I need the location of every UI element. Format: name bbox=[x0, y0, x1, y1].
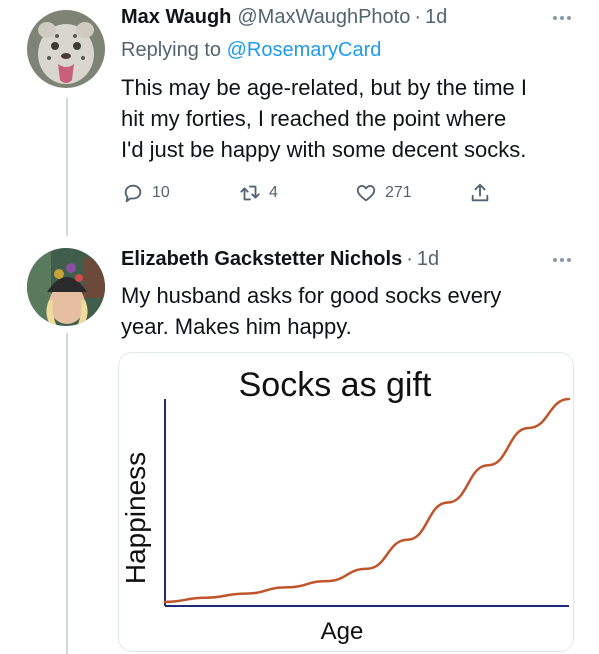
tweet-text-line: hit my forties, I reached the point wher… bbox=[121, 106, 507, 131]
tweet-text: My husband asks for good socks every yea… bbox=[121, 280, 501, 342]
y-axis-label: Happiness bbox=[120, 452, 151, 584]
reply-button[interactable]: 10 bbox=[122, 182, 170, 204]
chart: Socks as gift Happiness Age bbox=[120, 366, 571, 645]
separator-dot: · bbox=[414, 6, 422, 28]
display-name[interactable]: Elizabeth Gackstetter Nichols bbox=[121, 248, 402, 271]
share-button[interactable] bbox=[469, 182, 491, 204]
retweet-count: 4 bbox=[269, 184, 278, 201]
display-name[interactable]: Max Waugh bbox=[121, 6, 231, 29]
retweet-icon bbox=[240, 185, 260, 201]
reply-count: 10 bbox=[152, 184, 170, 201]
thread-line bbox=[66, 98, 68, 236]
chart-title: Socks as gift bbox=[239, 366, 432, 404]
user-handle[interactable]: @MaxWaughPhoto bbox=[237, 6, 410, 29]
like-count: 271 bbox=[385, 184, 412, 201]
tweet-header: Max Waugh @MaxWaughPhoto · 1d bbox=[121, 6, 447, 29]
attached-image[interactable]: Socks as gift Happiness Age bbox=[118, 352, 574, 652]
tweet-text: This may be age-related, but by the time… bbox=[121, 72, 527, 165]
tweet-text-line: I'd just be happy with some decent socks… bbox=[121, 137, 527, 162]
avatar[interactable] bbox=[27, 10, 105, 88]
tweet-text-line: year. Makes him happy. bbox=[121, 314, 352, 339]
heart-icon bbox=[356, 185, 376, 202]
timestamp[interactable]: 1d bbox=[425, 6, 447, 29]
replying-to-mention[interactable]: @RosemaryCard bbox=[227, 39, 382, 61]
series-line bbox=[163, 397, 571, 604]
timestamp[interactable]: 1d bbox=[417, 248, 439, 271]
retweet-button[interactable]: 4 bbox=[239, 182, 278, 204]
avatar[interactable] bbox=[27, 248, 105, 326]
tweet-text-line: This may be age-related, but by the time… bbox=[121, 75, 527, 100]
tweet-header: Elizabeth Gackstetter Nichols · 1d bbox=[121, 248, 439, 271]
more-options-icon[interactable] bbox=[553, 16, 571, 20]
comment-icon bbox=[124, 184, 142, 203]
snow-leopard-avatar-image bbox=[27, 10, 105, 88]
thread-line bbox=[66, 333, 68, 654]
x-axis-label: Age bbox=[321, 618, 364, 645]
share-icon bbox=[471, 183, 489, 202]
separator-dot: · bbox=[406, 248, 413, 270]
like-button[interactable]: 271 bbox=[355, 182, 412, 204]
replying-to: Replying to @RosemaryCard bbox=[121, 39, 381, 62]
tweet-text-line: My husband asks for good socks every bbox=[121, 283, 502, 308]
more-options-icon[interactable] bbox=[553, 258, 571, 262]
woman-with-hat-avatar-image bbox=[27, 248, 105, 326]
replying-to-label: Replying to bbox=[121, 39, 222, 61]
